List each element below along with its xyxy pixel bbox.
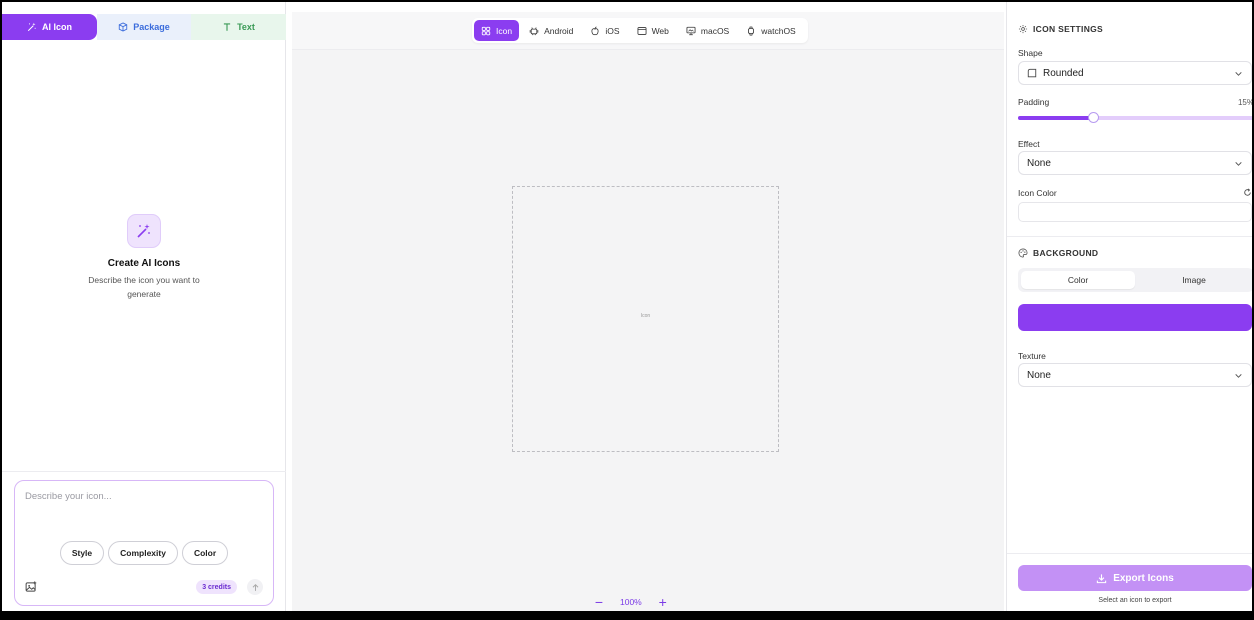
padding-value: 15%: [1237, 98, 1254, 107]
padding-slider[interactable]: [1018, 112, 1252, 123]
left-panel: AI Icon Package Text Create AI Icons Des…: [2, 2, 286, 611]
zoom-level: 100%: [620, 597, 642, 607]
prompt-box: Style Complexity Color 3 credits: [14, 480, 274, 606]
monitor-icon: [686, 26, 696, 35]
apple-icon: [591, 26, 599, 35]
magic-wand-icon: [27, 22, 36, 32]
shape-label: Shape: [1018, 48, 1043, 58]
texture-value: None: [1027, 369, 1051, 381]
package-icon: [119, 22, 128, 32]
zoom-controls: − 100% +: [592, 595, 670, 609]
icon-color-field[interactable]: [1018, 202, 1252, 222]
background-mode-tabs: Color Image: [1018, 268, 1252, 292]
android-icon: [529, 26, 539, 35]
shape-select[interactable]: Rounded: [1018, 61, 1252, 85]
tab-icon-label: Icon: [496, 25, 513, 36]
export-button-label: Export Icons: [1113, 572, 1174, 584]
tab-ai-icon[interactable]: AI Icon: [2, 14, 97, 40]
export-hint: Select an icon to export: [1098, 597, 1172, 604]
zoom-in-button[interactable]: +: [656, 595, 670, 609]
empty-state: Create AI Icons Describe the icon you wa…: [2, 214, 286, 301]
padding-label: Padding: [1018, 97, 1050, 107]
tab-ios[interactable]: iOS: [583, 20, 626, 41]
chevron-down-icon: [1235, 374, 1242, 378]
background-header: BACKGROUND: [1018, 248, 1098, 258]
platform-tabs: Icon Android iOS Web macOS watchOS: [472, 18, 808, 43]
arrow-up-icon: [252, 583, 258, 591]
tab-icon[interactable]: Icon: [474, 20, 520, 41]
preview-area: Icon Android iOS Web macOS watchOS Icon …: [292, 12, 1004, 611]
complexity-chip[interactable]: Complexity: [108, 541, 178, 565]
empty-state-badge: [127, 214, 161, 248]
canvas-placeholder-label: Icon: [640, 313, 651, 319]
export-button[interactable]: Export Icons: [1018, 565, 1252, 591]
tab-image[interactable]: Image: [1137, 271, 1251, 289]
prompt-input[interactable]: [25, 491, 260, 531]
tab-web-label: Web: [651, 25, 669, 36]
shape-value: Rounded: [1043, 67, 1084, 79]
background-color-swatch[interactable]: [1018, 304, 1252, 331]
rounded-square-icon: [1027, 68, 1037, 78]
settings-panel: ICON SETTINGS Shape Rounded Padding 15% …: [1006, 2, 1254, 611]
divider: [1007, 236, 1252, 237]
icon-color-label: Icon Color: [1018, 188, 1057, 198]
style-chip[interactable]: Style: [59, 541, 105, 565]
tab-text-label: Text: [237, 22, 255, 32]
effect-value: None: [1027, 157, 1051, 169]
chevron-down-icon: [1235, 72, 1242, 76]
credits-badge: 3 credits: [196, 580, 237, 594]
image-upload-icon[interactable]: [25, 581, 37, 593]
zoom-out-button[interactable]: −: [592, 595, 606, 609]
prompt-options: Style Complexity Color: [15, 541, 273, 565]
background-title: BACKGROUND: [1033, 248, 1099, 258]
effect-select[interactable]: None: [1018, 151, 1252, 175]
slider-fill: [1018, 116, 1093, 120]
tab-watchos-label: watchOS: [761, 25, 796, 36]
empty-state-title: Create AI Icons: [107, 258, 181, 269]
tab-macos-label: macOS: [700, 25, 730, 36]
gear-icon: [1018, 24, 1028, 34]
tab-package-label: Package: [133, 22, 170, 32]
icon-settings-title: ICON SETTINGS: [1033, 24, 1104, 34]
tab-macos[interactable]: macOS: [679, 20, 736, 41]
browser-icon: [637, 26, 647, 35]
tab-text[interactable]: Text: [191, 14, 286, 40]
effect-label: Effect: [1018, 139, 1040, 149]
color-chip[interactable]: Color: [181, 541, 229, 565]
grid-icon: [481, 26, 491, 35]
mode-tabs: AI Icon Package Text: [2, 14, 286, 40]
slider-thumb[interactable]: [1088, 112, 1099, 123]
tab-android[interactable]: Android: [522, 20, 580, 41]
tab-watchos[interactable]: watchOS: [739, 20, 803, 41]
tab-android-label: Android: [544, 25, 574, 36]
icon-settings-header: ICON SETTINGS: [1018, 24, 1103, 34]
chevron-down-icon: [1235, 162, 1242, 166]
prompt-footer: 3 credits: [25, 579, 263, 595]
divider: [1007, 553, 1252, 554]
magic-wand-icon: [137, 224, 150, 238]
tab-color[interactable]: Color: [1021, 271, 1135, 289]
tab-package[interactable]: Package: [97, 14, 191, 40]
texture-label: Texture: [1018, 351, 1046, 361]
app-window: AI Icon Package Text Create AI Icons Des…: [0, 0, 1254, 620]
watch-icon: [748, 26, 755, 35]
send-button[interactable]: [247, 579, 263, 595]
divider: [2, 471, 286, 472]
tab-web[interactable]: Web: [630, 20, 676, 41]
reset-icon[interactable]: [1243, 188, 1252, 197]
texture-select[interactable]: None: [1018, 363, 1252, 387]
text-icon: [223, 23, 231, 31]
download-icon: [1097, 573, 1107, 583]
tab-ios-label: iOS: [605, 25, 620, 36]
icon-canvas[interactable]: Icon: [512, 186, 779, 452]
palette-icon: [1018, 248, 1028, 258]
empty-state-description: Describe the icon you want to generate: [88, 275, 200, 299]
tab-ai-icon-label: AI Icon: [41, 22, 72, 32]
